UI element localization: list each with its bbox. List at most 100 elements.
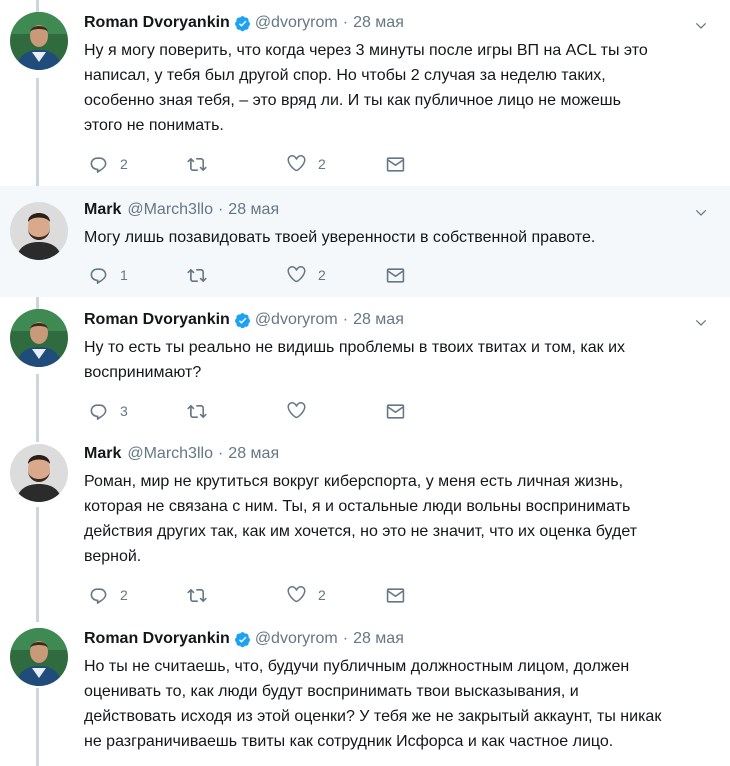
like-count: 2 bbox=[318, 587, 326, 603]
separator: · bbox=[342, 14, 349, 31]
tweet-header: Roman Dvoryankin @dvoryrom · 28 мая bbox=[84, 14, 404, 32]
separator: · bbox=[217, 201, 224, 218]
dm-button[interactable] bbox=[386, 586, 405, 605]
like-button[interactable]: 2 bbox=[287, 586, 326, 604]
dm-button[interactable] bbox=[386, 402, 405, 421]
tweet-text: Ну я могу поверить, что когда через 3 ми… bbox=[84, 38, 694, 138]
reply-count: 2 bbox=[120, 587, 128, 603]
tweet-text-line: Могу лишь позавидовать твоей уверенности… bbox=[84, 229, 596, 246]
reply-button[interactable]: 2 bbox=[89, 586, 128, 605]
tweet-date[interactable]: 28 мая bbox=[228, 445, 279, 463]
tweet-date[interactable]: 28 мая bbox=[353, 311, 404, 329]
avatar[interactable] bbox=[10, 202, 68, 260]
envelope-icon bbox=[386, 155, 405, 174]
envelope-icon bbox=[386, 586, 405, 605]
tweet[interactable]: Roman Dvoryankin @dvoryrom · 28 мая Но т… bbox=[0, 622, 730, 766]
tweet-text-line: действовать исходя из этой оценки? У теб… bbox=[84, 708, 662, 725]
tweet-date[interactable]: 28 мая bbox=[228, 201, 279, 219]
tweet-text-line: написал, у тебя был другой спор. Но чтоб… bbox=[84, 67, 606, 84]
verified-badge-icon bbox=[234, 631, 251, 648]
tweet[interactable]: Roman Dvoryankin @dvoryrom · 28 мая Ну я… bbox=[0, 0, 730, 186]
like-button[interactable] bbox=[287, 402, 318, 420]
author-name[interactable]: Roman Dvoryankin bbox=[84, 630, 230, 648]
reply-icon bbox=[89, 586, 108, 605]
tweet-date[interactable]: 28 мая bbox=[353, 14, 404, 32]
tweet-text-line: Ну то есть ты реально не видишь проблемы… bbox=[84, 339, 625, 356]
reply-icon bbox=[89, 266, 108, 285]
chevron-down-icon[interactable] bbox=[694, 19, 708, 33]
tweet-text-line: особенно зная тебя, – это вряд ли. И ты … bbox=[84, 92, 621, 109]
tweet-header: Roman Dvoryankin @dvoryrom · 28 мая bbox=[84, 630, 404, 648]
like-button[interactable]: 2 bbox=[287, 155, 326, 173]
retweet-button[interactable] bbox=[187, 155, 219, 174]
tweet-text-line: воспринимают? bbox=[84, 364, 202, 381]
chevron-down-icon[interactable] bbox=[694, 206, 708, 220]
tweet-date[interactable]: 28 мая bbox=[353, 630, 404, 648]
reply-icon bbox=[89, 402, 108, 421]
tweet-text: Ну то есть ты реально не видишь проблемы… bbox=[84, 335, 694, 385]
avatar[interactable] bbox=[10, 12, 68, 70]
author-name[interactable]: Mark bbox=[84, 445, 121, 463]
retweet-icon bbox=[187, 402, 207, 421]
dm-button[interactable] bbox=[386, 266, 405, 285]
tweet-header: Mark @March3llo · 28 мая bbox=[84, 201, 279, 219]
verified-badge-icon bbox=[234, 312, 251, 329]
tweet-text-line: которая не связана с ним. Ты, я и осталь… bbox=[84, 498, 631, 515]
tweet[interactable]: Roman Dvoryankin @dvoryrom · 28 мая Ну т… bbox=[0, 297, 730, 441]
separator: · bbox=[217, 445, 224, 462]
separator: · bbox=[342, 630, 349, 647]
author-handle[interactable]: @March3llo bbox=[127, 201, 213, 219]
chevron-down-icon[interactable] bbox=[694, 316, 708, 330]
tweet-header: Roman Dvoryankin @dvoryrom · 28 мая bbox=[84, 311, 404, 329]
heart-icon bbox=[287, 586, 306, 604]
tweet-text-line: Но ты не считаешь, что, будучи публичным… bbox=[84, 658, 630, 675]
reply-button[interactable]: 3 bbox=[89, 402, 128, 421]
author-name[interactable]: Roman Dvoryankin bbox=[84, 311, 230, 329]
tweet-header: Mark @March3llo · 28 мая bbox=[84, 445, 279, 463]
author-name[interactable]: Roman Dvoryankin bbox=[84, 14, 230, 32]
avatar[interactable] bbox=[10, 444, 68, 502]
tweet[interactable]: Mark @March3llo · 28 мая Роман, мир не к… bbox=[0, 441, 730, 622]
tweet-text-line: действия других так, как им хочется, но … bbox=[84, 523, 638, 540]
reply-count: 3 bbox=[120, 403, 128, 419]
envelope-icon bbox=[386, 266, 405, 285]
retweet-button[interactable] bbox=[187, 402, 219, 421]
like-count: 2 bbox=[318, 267, 326, 283]
author-handle[interactable]: @dvoryrom bbox=[255, 630, 338, 648]
tweet-text-line: Роман, мир не крутиться вокруг киберспор… bbox=[84, 473, 624, 490]
tweet-text-line: этого не понимать. bbox=[84, 117, 224, 134]
dm-button[interactable] bbox=[386, 155, 405, 174]
retweet-icon bbox=[187, 155, 207, 174]
reply-icon bbox=[89, 155, 108, 174]
reply-button[interactable]: 2 bbox=[89, 155, 128, 174]
tweet-text-line: верной. bbox=[84, 548, 142, 565]
tweet-text: Но ты не считаешь, что, будучи публичным… bbox=[84, 654, 694, 754]
retweet-button[interactable] bbox=[187, 586, 219, 605]
reply-count: 2 bbox=[120, 156, 128, 172]
retweet-icon bbox=[187, 586, 207, 605]
like-count: 2 bbox=[318, 156, 326, 172]
tweet[interactable]: Mark @March3llo · 28 мая Могу лишь позав… bbox=[0, 186, 730, 297]
verified-badge-icon bbox=[234, 15, 251, 32]
heart-icon bbox=[287, 155, 306, 173]
reply-count: 1 bbox=[120, 267, 128, 283]
author-handle[interactable]: @dvoryrom bbox=[255, 14, 338, 32]
tweet-text-line: не разграничиваешь твиты как сотрудник И… bbox=[84, 733, 614, 750]
tweet-text-line: оценивать то, как люди будут воспринимат… bbox=[84, 683, 579, 700]
avatar[interactable] bbox=[10, 628, 68, 686]
retweet-icon bbox=[187, 266, 207, 285]
author-name[interactable]: Mark bbox=[84, 201, 121, 219]
avatar[interactable] bbox=[10, 309, 68, 367]
heart-icon bbox=[287, 402, 306, 420]
separator: · bbox=[342, 311, 349, 328]
envelope-icon bbox=[386, 402, 405, 421]
retweet-button[interactable] bbox=[187, 266, 219, 285]
author-handle[interactable]: @March3llo bbox=[127, 445, 213, 463]
heart-icon bbox=[287, 266, 306, 284]
like-button[interactable]: 2 bbox=[287, 266, 326, 284]
tweet-text-line: Ну я могу поверить, что когда через 3 ми… bbox=[84, 42, 648, 59]
reply-button[interactable]: 1 bbox=[89, 266, 128, 285]
tweet-text: Роман, мир не крутиться вокруг киберспор… bbox=[84, 469, 694, 569]
tweet-text: Могу лишь позавидовать твоей уверенности… bbox=[84, 225, 694, 250]
author-handle[interactable]: @dvoryrom bbox=[255, 311, 338, 329]
